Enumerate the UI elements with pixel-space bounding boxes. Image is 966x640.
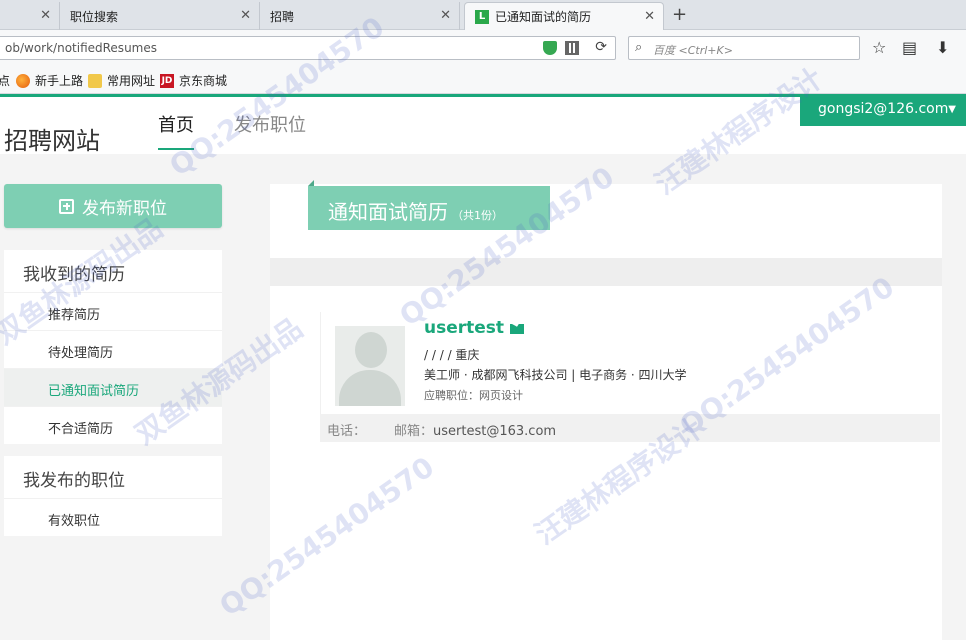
tab-label: 职位搜索	[70, 9, 119, 24]
sidebar-item-recommended[interactable]: 推荐简历	[4, 292, 222, 330]
sidebar: 发布新职位 我收到的简历 推荐简历 待处理简历 已通知面试简历 不合适简历 我发…	[4, 184, 222, 536]
sidebar-group-jobs: 我发布的职位 有效职位	[4, 456, 222, 536]
bookmark-item[interactable]: 点	[0, 72, 10, 89]
bookmark-item[interactable]: 新手上路	[16, 72, 83, 89]
new-tab-button[interactable]: +	[672, 4, 687, 25]
tab-label: 已通知面试的简历	[495, 10, 592, 24]
url-text: ob/work/notifiedResumes	[5, 41, 157, 55]
filter-band	[270, 258, 942, 286]
mail-icon[interactable]	[510, 324, 524, 334]
user-menu[interactable]: gongsi2@126.com ▼	[800, 94, 966, 126]
jd-icon: JD	[160, 73, 174, 88]
bookmark-star-icon[interactable]: ☆	[872, 38, 886, 57]
candidate-experience: 美工师 · 成都网飞科技公司 | 电子商务 · 四川大学	[424, 368, 687, 382]
download-icon[interactable]: ⬇	[936, 38, 949, 57]
reload-icon[interactable]: ⟳	[595, 39, 607, 55]
chevron-down-icon: ▼	[948, 104, 956, 115]
email-label: 邮箱：	[394, 424, 434, 439]
sidebar-item-unsuitable[interactable]: 不合适简历	[4, 406, 222, 444]
sidebar-item-active-jobs[interactable]: 有效职位	[4, 498, 222, 536]
plus-icon	[59, 198, 74, 214]
resume-card-body: usertest / / / / 重庆 美工师 · 成都网飞科技公司 | 电子商…	[320, 312, 940, 414]
page-title: 通知面试简历 （共1份）	[308, 180, 550, 230]
sidebar-item-notified[interactable]: 已通知面试简历	[4, 368, 222, 406]
resume-count: （共1份）	[452, 209, 503, 222]
folder-icon	[88, 73, 102, 88]
browser-nav-bar: ob/work/notifiedResumes ⟳ ⌕ 百度 <Ctrl+K> …	[0, 30, 966, 66]
phone-label: 电话：	[327, 424, 367, 439]
sidebar-group-title: 我收到的简历	[23, 265, 125, 285]
avatar[interactable]	[335, 326, 405, 406]
search-input[interactable]: ⌕ 百度 <Ctrl+K>	[628, 36, 860, 60]
nav-post-job[interactable]: 发布职位	[234, 111, 306, 148]
close-tab-icon[interactable]: ✕	[440, 8, 451, 23]
search-icon: ⌕	[635, 40, 643, 55]
browser-tab-3[interactable]: 招聘 ✕	[260, 2, 460, 30]
post-new-job-button[interactable]: 发布新职位	[4, 184, 222, 228]
qr-code-icon[interactable]	[565, 41, 579, 55]
resume-contact-bar: 电话： 邮箱：usertest@163.com	[320, 414, 940, 442]
browser-tab-1[interactable]: ✕	[0, 2, 60, 30]
tab-label: 招聘	[270, 9, 295, 24]
site-header: 招聘网站 首页 发布职位 gongsi2@126.com ▼	[0, 94, 966, 156]
sidebar-item-pending[interactable]: 待处理简历	[4, 330, 222, 368]
bookmark-item[interactable]: JD 京东商城	[160, 72, 227, 89]
resume-card[interactable]: usertest / / / / 重庆 美工师 · 成都网飞科技公司 | 电子商…	[320, 312, 940, 442]
sidebar-group-resumes: 我收到的简历 推荐简历 待处理简历 已通知面试简历 不合适简历	[4, 250, 222, 444]
site-logo[interactable]: 招聘网站	[4, 121, 100, 156]
browser-tab-2[interactable]: 职位搜索 ✕	[60, 2, 260, 30]
close-tab-icon[interactable]: ✕	[644, 9, 655, 24]
bookmark-item[interactable]: 常用网址	[88, 72, 155, 89]
candidate-name[interactable]: usertest	[424, 318, 504, 338]
bookmarks-bar: 点 新手上路 常用网址 JD 京东商城	[0, 66, 966, 94]
browser-tab-bar: ✕ 职位搜索 ✕ 招聘 ✕ L 已通知面试的简历 ✕ +	[0, 0, 966, 30]
url-bar[interactable]: ob/work/notifiedResumes ⟳	[0, 36, 616, 60]
favicon-icon: L	[475, 9, 489, 24]
sidebar-group-title: 我发布的职位	[23, 471, 125, 491]
reading-list-icon[interactable]: ▤	[902, 38, 917, 57]
applied-position: 应聘职位：网页设计	[424, 389, 523, 402]
browser-tab-active[interactable]: L 已通知面试的简历 ✕	[464, 2, 664, 30]
shield-icon[interactable]	[543, 41, 557, 55]
main-content: 通知面试简历 （共1份） usertest / / / / 重庆 美工师 · 成都…	[270, 180, 942, 640]
user-email: gongsi2@126.com	[818, 101, 949, 117]
close-tab-icon[interactable]: ✕	[240, 8, 251, 23]
candidate-basic-info: / / / / 重庆	[424, 348, 480, 362]
close-tab-icon[interactable]: ✕	[40, 8, 51, 23]
nav-home[interactable]: 首页	[158, 111, 194, 150]
firefox-icon	[16, 73, 30, 88]
candidate-email: usertest@163.com	[433, 424, 557, 439]
